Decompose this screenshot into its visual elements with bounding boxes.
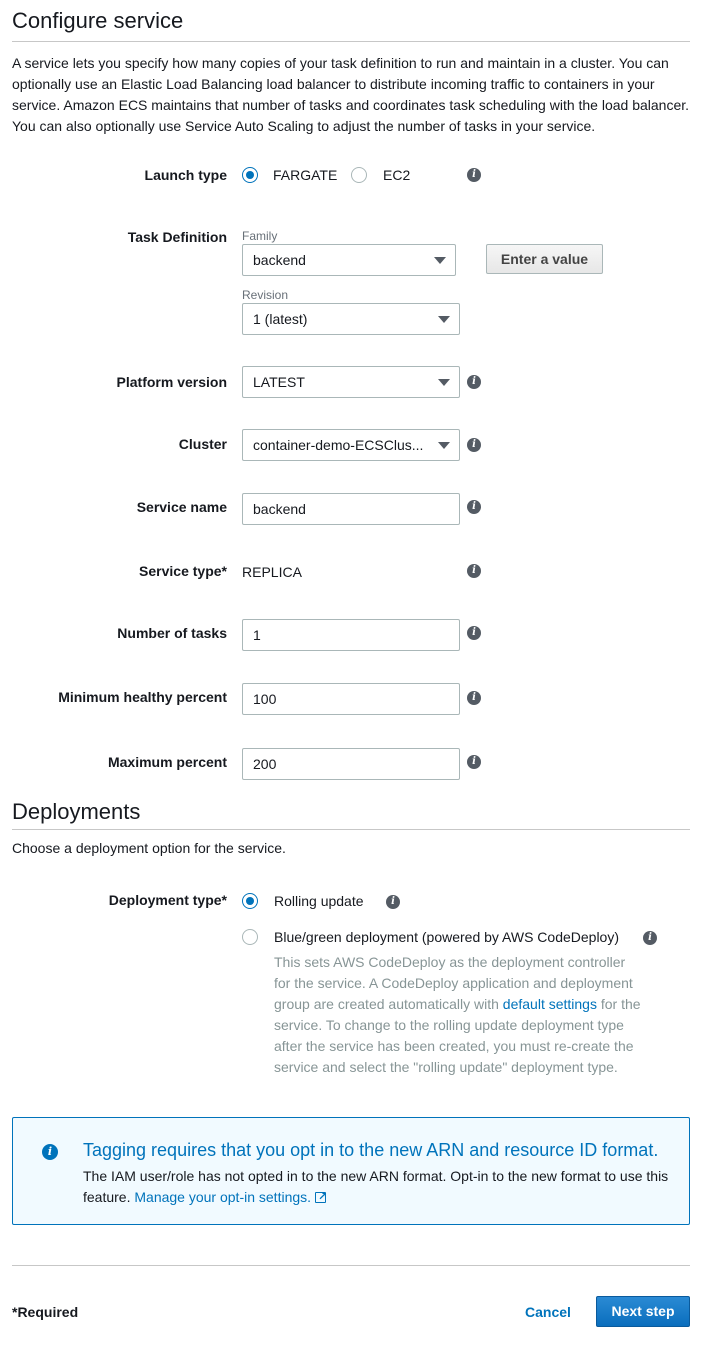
deployments-divider — [12, 829, 690, 830]
launch-type-label: Launch type — [144, 167, 227, 183]
service-name-label: Service name — [136, 499, 227, 515]
family-select[interactable]: backend — [242, 244, 456, 276]
service-type-value: REPLICA — [242, 564, 302, 580]
family-label: Family — [242, 229, 278, 243]
service-description: A service lets you specify how many copi… — [12, 55, 690, 134]
alert-title: Tagging requires that you opt in to the … — [83, 1140, 659, 1160]
service-name-info-icon[interactable]: i — [467, 500, 481, 514]
bluegreen-radio[interactable] — [242, 929, 258, 945]
bluegreen-label[interactable]: Blue/green deployment (powered by AWS Co… — [274, 929, 619, 945]
alert-body: The IAM user/role has not opted in to th… — [83, 1166, 673, 1208]
task-definition-label: Task Definition — [127, 229, 227, 245]
service-name-input[interactable]: backend — [242, 493, 460, 525]
launch-type-info-icon[interactable]: i — [467, 168, 481, 182]
manage-opt-in-link[interactable]: Manage your opt-in settings. — [134, 1187, 327, 1208]
revision-label: Revision — [242, 288, 289, 302]
chevron-down-icon — [438, 316, 450, 323]
max-percent-label: Maximum percent — [107, 754, 227, 770]
manage-opt-in-link-text: Manage your opt-in settings. — [134, 1189, 312, 1205]
bluegreen-help-text: This sets AWS CodeDeploy as the deployme… — [274, 952, 644, 1078]
bluegreen-info-icon[interactable]: i — [643, 931, 657, 945]
min-healthy-label: Minimum healthy percent — [58, 689, 227, 705]
cluster-label: Cluster — [178, 436, 227, 452]
rolling-update-info-icon[interactable]: i — [386, 895, 400, 909]
deployments-description: Choose a deployment option for the servi… — [12, 840, 286, 856]
revision-select-value: 1 (latest) — [253, 311, 308, 327]
launch-type-ec2-label[interactable]: EC2 — [383, 167, 410, 183]
number-of-tasks-label: Number of tasks — [117, 625, 227, 641]
deployments-title: Deployments — [12, 799, 141, 824]
chevron-down-icon — [438, 442, 450, 449]
min-healthy-info-icon[interactable]: i — [467, 691, 481, 705]
chevron-down-icon — [434, 257, 446, 264]
cancel-button[interactable]: Cancel — [525, 1304, 571, 1320]
revision-select[interactable]: 1 (latest) — [242, 303, 460, 335]
platform-version-label: Platform version — [116, 374, 227, 390]
next-step-button[interactable]: Next step — [596, 1296, 690, 1327]
family-select-value: backend — [253, 252, 306, 268]
enter-value-button[interactable]: Enter a value — [486, 244, 603, 274]
min-healthy-input[interactable]: 100 — [242, 683, 460, 715]
footer-divider — [12, 1265, 690, 1266]
external-link-icon — [315, 1187, 327, 1208]
cluster-select[interactable]: container-demo-ECSClus... — [242, 429, 460, 461]
launch-type-ec2-radio[interactable] — [351, 167, 367, 183]
platform-version-value: LATEST — [253, 374, 305, 390]
rolling-update-radio[interactable] — [242, 893, 258, 909]
max-percent-input[interactable]: 200 — [242, 748, 460, 780]
launch-type-fargate-label[interactable]: FARGATE — [273, 167, 337, 183]
chevron-down-icon — [438, 379, 450, 386]
launch-type-fargate-radio[interactable] — [242, 167, 258, 183]
platform-version-select[interactable]: LATEST — [242, 366, 460, 398]
info-icon: i — [42, 1144, 58, 1160]
cluster-info-icon[interactable]: i — [467, 438, 481, 452]
page-title: Configure service — [12, 8, 184, 33]
rolling-update-label[interactable]: Rolling update — [274, 893, 364, 909]
arn-opt-in-alert: i Tagging requires that you opt in to th… — [12, 1117, 690, 1225]
max-percent-info-icon[interactable]: i — [467, 755, 481, 769]
default-settings-link[interactable]: default settings — [503, 996, 597, 1012]
required-note: *Required — [12, 1304, 79, 1320]
service-type-label: Service type* — [139, 563, 227, 579]
deployment-type-label: Deployment type* — [108, 892, 227, 908]
platform-version-info-icon[interactable]: i — [467, 375, 481, 389]
title-divider — [12, 41, 690, 42]
cluster-value: container-demo-ECSClus... — [253, 437, 424, 453]
service-type-info-icon[interactable]: i — [467, 564, 481, 578]
number-of-tasks-input[interactable]: 1 — [242, 619, 460, 651]
number-of-tasks-info-icon[interactable]: i — [467, 626, 481, 640]
